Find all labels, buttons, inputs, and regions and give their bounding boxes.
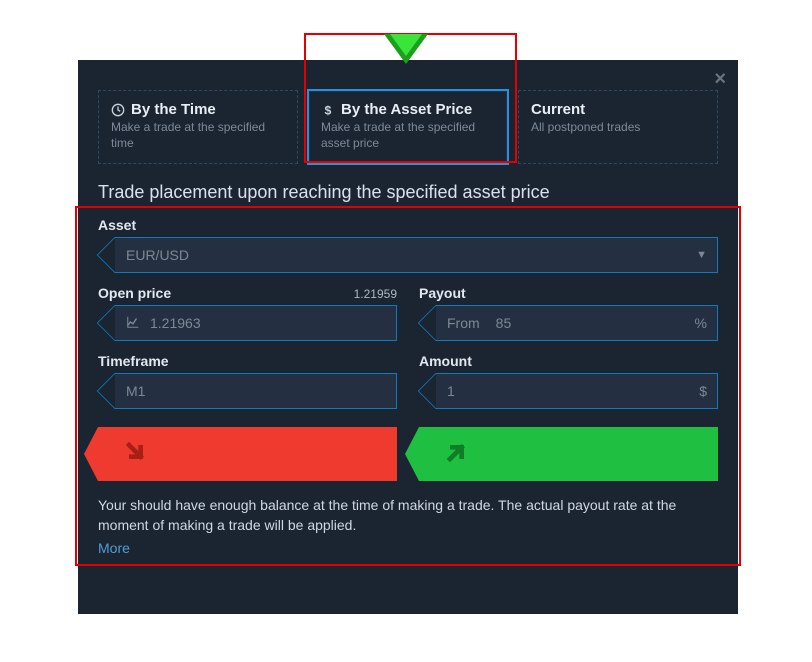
amount-group: Amount 1 $ — [419, 353, 718, 409]
tab-title: By the Asset Price — [341, 101, 472, 118]
timeframe-select[interactable]: M1 — [98, 373, 397, 409]
tab-subtitle: All postponed trades — [531, 120, 705, 136]
timeframe-value: M1 — [126, 383, 396, 399]
trade-dialog: × By the Time Make a trade at the specif… — [78, 60, 738, 614]
tab-subtitle: Make a trade at the specified time — [111, 120, 285, 151]
open-price-hint: 1.21959 — [354, 287, 397, 301]
timeframe-label: Timeframe — [98, 353, 169, 369]
open-price-label: Open price — [98, 285, 171, 301]
tab-current[interactable]: Current All postponed trades — [518, 90, 718, 164]
asset-group: Asset EUR/USD ▼ — [98, 217, 718, 273]
chart-line-icon — [126, 315, 140, 332]
svg-text:$: $ — [325, 103, 332, 117]
disclaimer-text: Your should have enough balance at the t… — [98, 495, 718, 536]
open-price-value: 1.21963 — [150, 315, 396, 331]
tab-title: Current — [531, 101, 585, 118]
amount-input[interactable]: 1 $ — [419, 373, 718, 409]
buy-button[interactable] — [419, 427, 718, 481]
action-row — [98, 427, 718, 481]
tab-bar: By the Time Make a trade at the specifie… — [98, 90, 718, 164]
payout-prefix: From — [447, 315, 480, 331]
amount-value: 1 — [447, 383, 699, 399]
payout-value: 85 — [496, 315, 695, 331]
trade-form: Asset EUR/USD ▼ Open price 1.21959 1.219… — [98, 217, 718, 409]
timeframe-group: Timeframe M1 — [98, 353, 397, 409]
open-price-group: Open price 1.21959 1.21963 — [98, 285, 397, 341]
tab-by-time[interactable]: By the Time Make a trade at the specifie… — [98, 90, 298, 164]
section-title: Trade placement upon reaching the specif… — [98, 182, 718, 203]
payout-input[interactable]: From 85 % — [419, 305, 718, 341]
arrow-down-icon — [384, 34, 428, 64]
asset-value: EUR/USD — [126, 247, 696, 263]
asset-label: Asset — [98, 217, 136, 233]
payout-group: Payout From 85 % — [419, 285, 718, 341]
tab-title: By the Time — [131, 101, 216, 118]
currency-icon: $ — [699, 383, 707, 399]
open-price-input[interactable]: 1.21963 — [98, 305, 397, 341]
dollar-icon: $ — [321, 103, 335, 117]
arrow-down-right-icon — [122, 438, 150, 471]
sell-button[interactable] — [98, 427, 397, 481]
asset-select[interactable]: EUR/USD ▼ — [98, 237, 718, 273]
tab-by-asset-price[interactable]: $ By the Asset Price Make a trade at the… — [308, 90, 508, 164]
percent-icon: % — [695, 315, 707, 331]
arrow-up-right-icon — [443, 438, 471, 471]
tab-subtitle: Make a trade at the specified asset pric… — [321, 120, 495, 151]
close-icon[interactable]: × — [714, 68, 726, 91]
chevron-down-icon: ▼ — [696, 249, 707, 261]
more-link[interactable]: More — [98, 540, 130, 556]
payout-label: Payout — [419, 285, 466, 301]
amount-label: Amount — [419, 353, 472, 369]
clock-icon — [111, 103, 125, 117]
